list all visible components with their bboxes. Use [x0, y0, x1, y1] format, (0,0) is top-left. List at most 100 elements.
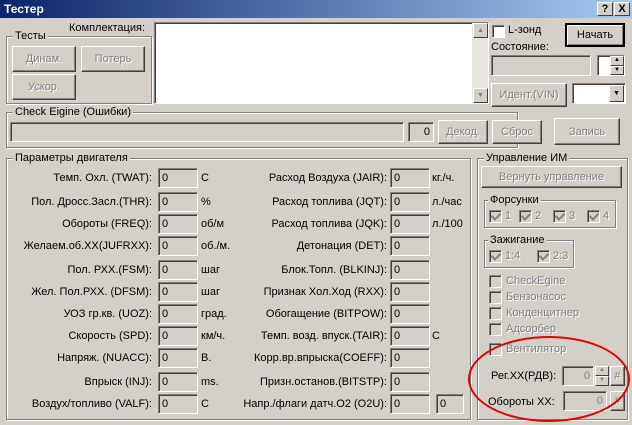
- param-value: 0: [390, 326, 430, 346]
- param-label: Темп. возд. впуск.(TAIR):: [260, 330, 387, 342]
- param-label: Пол. РХХ.(FSM):: [67, 264, 153, 276]
- param-unit: км/ч.: [201, 330, 226, 342]
- check-engine-label: Check Eigine (Ошибки): [13, 106, 133, 119]
- injector-2-checkbox[interactable]: [519, 210, 532, 223]
- param-value: 0: [158, 260, 198, 280]
- param-value: 0: [158, 304, 198, 324]
- param-value: 0: [390, 282, 430, 302]
- ignition-23-checkbox[interactable]: [537, 250, 550, 263]
- window-title: Тестер: [4, 2, 44, 16]
- param-value: 0: [158, 372, 198, 392]
- param-unit: C: [432, 330, 440, 342]
- param-unit: град.: [201, 308, 227, 320]
- control-group-label: Управление ИМ: [484, 152, 570, 165]
- param-unit: В.: [201, 352, 212, 364]
- param-value: 0: [390, 214, 430, 234]
- scroll-up-icon[interactable]: ▲: [473, 23, 488, 38]
- param-unit: об/м: [201, 218, 225, 230]
- param-label: Расход топлива (JQK):: [271, 218, 387, 230]
- start-button[interactable]: Начать: [565, 23, 625, 47]
- injector-2-label: 2: [535, 210, 542, 222]
- reset-button[interactable]: Сброс: [492, 120, 542, 144]
- param-value: 0: [158, 348, 198, 368]
- control-checkbox-label: Бензонасос: [506, 291, 566, 303]
- param-label: Впрыск (INJ):: [84, 376, 152, 388]
- param-label: Пол. Дросс.Засл.(THR):: [31, 196, 152, 208]
- spin-down-icon[interactable]: ▼: [610, 66, 624, 75]
- ident-dropdown[interactable]: ▼: [572, 83, 626, 104]
- poter-button[interactable]: Потерь: [81, 46, 145, 72]
- param-unit: ms.: [201, 376, 219, 388]
- injector-4-checkbox[interactable]: [587, 210, 600, 223]
- spin-up-icon[interactable]: ▲: [610, 56, 624, 66]
- param-unit: шаг: [201, 264, 220, 276]
- tests-group-label: Тесты: [13, 30, 48, 43]
- param-label: Детонация (DET):: [296, 240, 387, 252]
- injector-1-checkbox[interactable]: [489, 210, 502, 223]
- close-button[interactable]: X: [614, 2, 630, 16]
- param-label: Скорость (SPD):: [68, 330, 152, 342]
- param-value: 0: [158, 192, 198, 212]
- decode-button[interactable]: Декод.: [438, 120, 488, 144]
- return-control-button[interactable]: Вернуть управление: [481, 166, 622, 188]
- param-extra-value: 0: [436, 394, 464, 414]
- param-value: 0: [158, 168, 198, 188]
- param-label: Напряж. (NUACC):: [57, 352, 152, 364]
- ignition-label: Зажигание: [488, 234, 547, 247]
- param-value: 0: [390, 260, 430, 280]
- control-checkbox-label: Конденцитнер: [506, 307, 580, 319]
- control-checkbox[interactable]: [489, 275, 502, 288]
- param-unit: C: [201, 172, 209, 184]
- injector-3-checkbox[interactable]: [553, 210, 566, 223]
- control-checkbox[interactable]: [489, 323, 502, 336]
- control-checkbox[interactable]: [489, 291, 502, 304]
- param-value: 0: [390, 304, 430, 324]
- dinam-button[interactable]: Динам.: [12, 46, 76, 72]
- title-bar: Тестер: [0, 0, 632, 18]
- state-field: [491, 55, 591, 76]
- highlight-ellipse: [468, 336, 630, 422]
- injector-1-label: 1: [505, 210, 512, 222]
- param-unit: кг./ч.: [432, 172, 455, 184]
- param-value: 0: [390, 236, 430, 256]
- komplektacia-label: Комплектация:: [69, 22, 146, 34]
- errors-count: 0: [408, 122, 434, 142]
- param-label: Расход топлива (JQT):: [272, 196, 387, 208]
- param-unit: %: [201, 196, 211, 208]
- param-unit: шаг: [201, 286, 220, 298]
- lzond-label: L-зонд: [508, 24, 542, 36]
- uskor-button[interactable]: Ускор.: [12, 74, 76, 100]
- scroll-down-icon[interactable]: ▼: [473, 88, 488, 103]
- param-value: 0: [158, 214, 198, 234]
- param-label: Напр./флаги датч.O2 (O2U):: [243, 398, 387, 410]
- lzond-checkbox[interactable]: [492, 25, 505, 38]
- param-value: 0: [158, 394, 198, 414]
- param-value: 0: [390, 192, 430, 212]
- param-label: Корр.вр.впрыска(COEFF):: [254, 352, 387, 364]
- param-unit: л./час: [432, 196, 462, 208]
- control-checkbox-label: Адсорбер: [506, 323, 557, 335]
- chevron-down-icon[interactable]: ▼: [609, 85, 624, 102]
- param-unit: л./100: [432, 218, 463, 230]
- state-spinner[interactable]: ▲ ▼: [597, 55, 625, 76]
- write-button[interactable]: Запись: [554, 118, 620, 145]
- ident-vin-button[interactable]: Идент.(VIN): [491, 83, 567, 107]
- param-label: Воздух/топливо (VALF):: [31, 398, 152, 410]
- param-value: 0: [158, 282, 198, 302]
- ignition-14-checkbox[interactable]: [489, 250, 502, 263]
- param-unit: C: [201, 398, 209, 410]
- control-checkbox[interactable]: [489, 307, 502, 320]
- param-unit: об./м.: [201, 240, 231, 252]
- help-button[interactable]: ?: [597, 2, 613, 16]
- param-value: 0: [390, 168, 430, 188]
- param-label: Желаем.об.ХХ(JUFRXX):: [23, 240, 152, 252]
- param-label: Жел. Пол.РХХ. (DFSM):: [31, 286, 152, 298]
- komplektacia-textarea[interactable]: ▲ ▼: [154, 22, 489, 104]
- engine-params-label: Параметры двигателя: [13, 152, 130, 165]
- param-label: Призн.останов.(BITSTP):: [260, 376, 387, 388]
- param-value: 0: [158, 326, 198, 346]
- control-checkbox-label: CheckEgine: [506, 275, 566, 287]
- state-label: Состояние:: [491, 41, 549, 53]
- injector-4-label: 4: [603, 210, 610, 222]
- ignition-14-label: 1:4: [505, 250, 521, 262]
